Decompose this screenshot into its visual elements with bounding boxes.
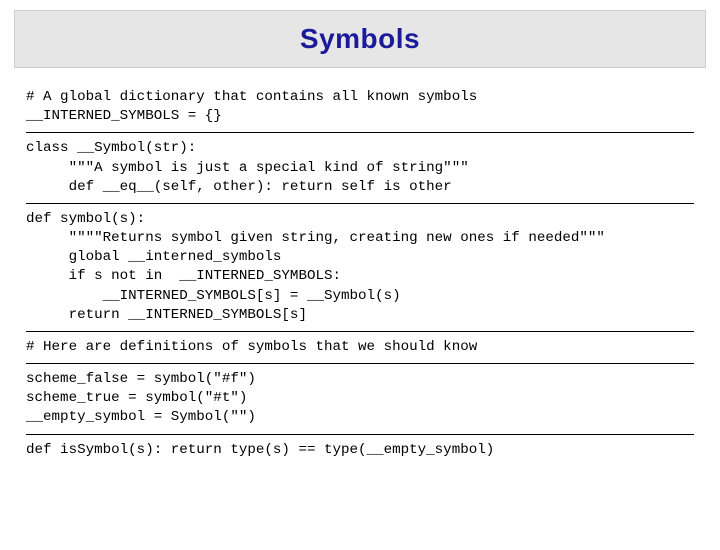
code-block-6: def isSymbol(s): return type(s) == type(… bbox=[26, 435, 694, 466]
code-block-1: # A global dictionary that contains all … bbox=[26, 82, 694, 133]
code-block-4: # Here are definitions of symbols that w… bbox=[26, 332, 694, 364]
code-area: # A global dictionary that contains all … bbox=[0, 76, 720, 466]
slide-title-bar: Symbols bbox=[14, 10, 706, 68]
code-block-5: scheme_false = symbol("#f") scheme_true … bbox=[26, 364, 694, 435]
code-block-3: def symbol(s): """"Returns symbol given … bbox=[26, 204, 694, 332]
slide-title: Symbols bbox=[15, 23, 705, 55]
code-block-2: class __Symbol(str): """A symbol is just… bbox=[26, 133, 694, 204]
